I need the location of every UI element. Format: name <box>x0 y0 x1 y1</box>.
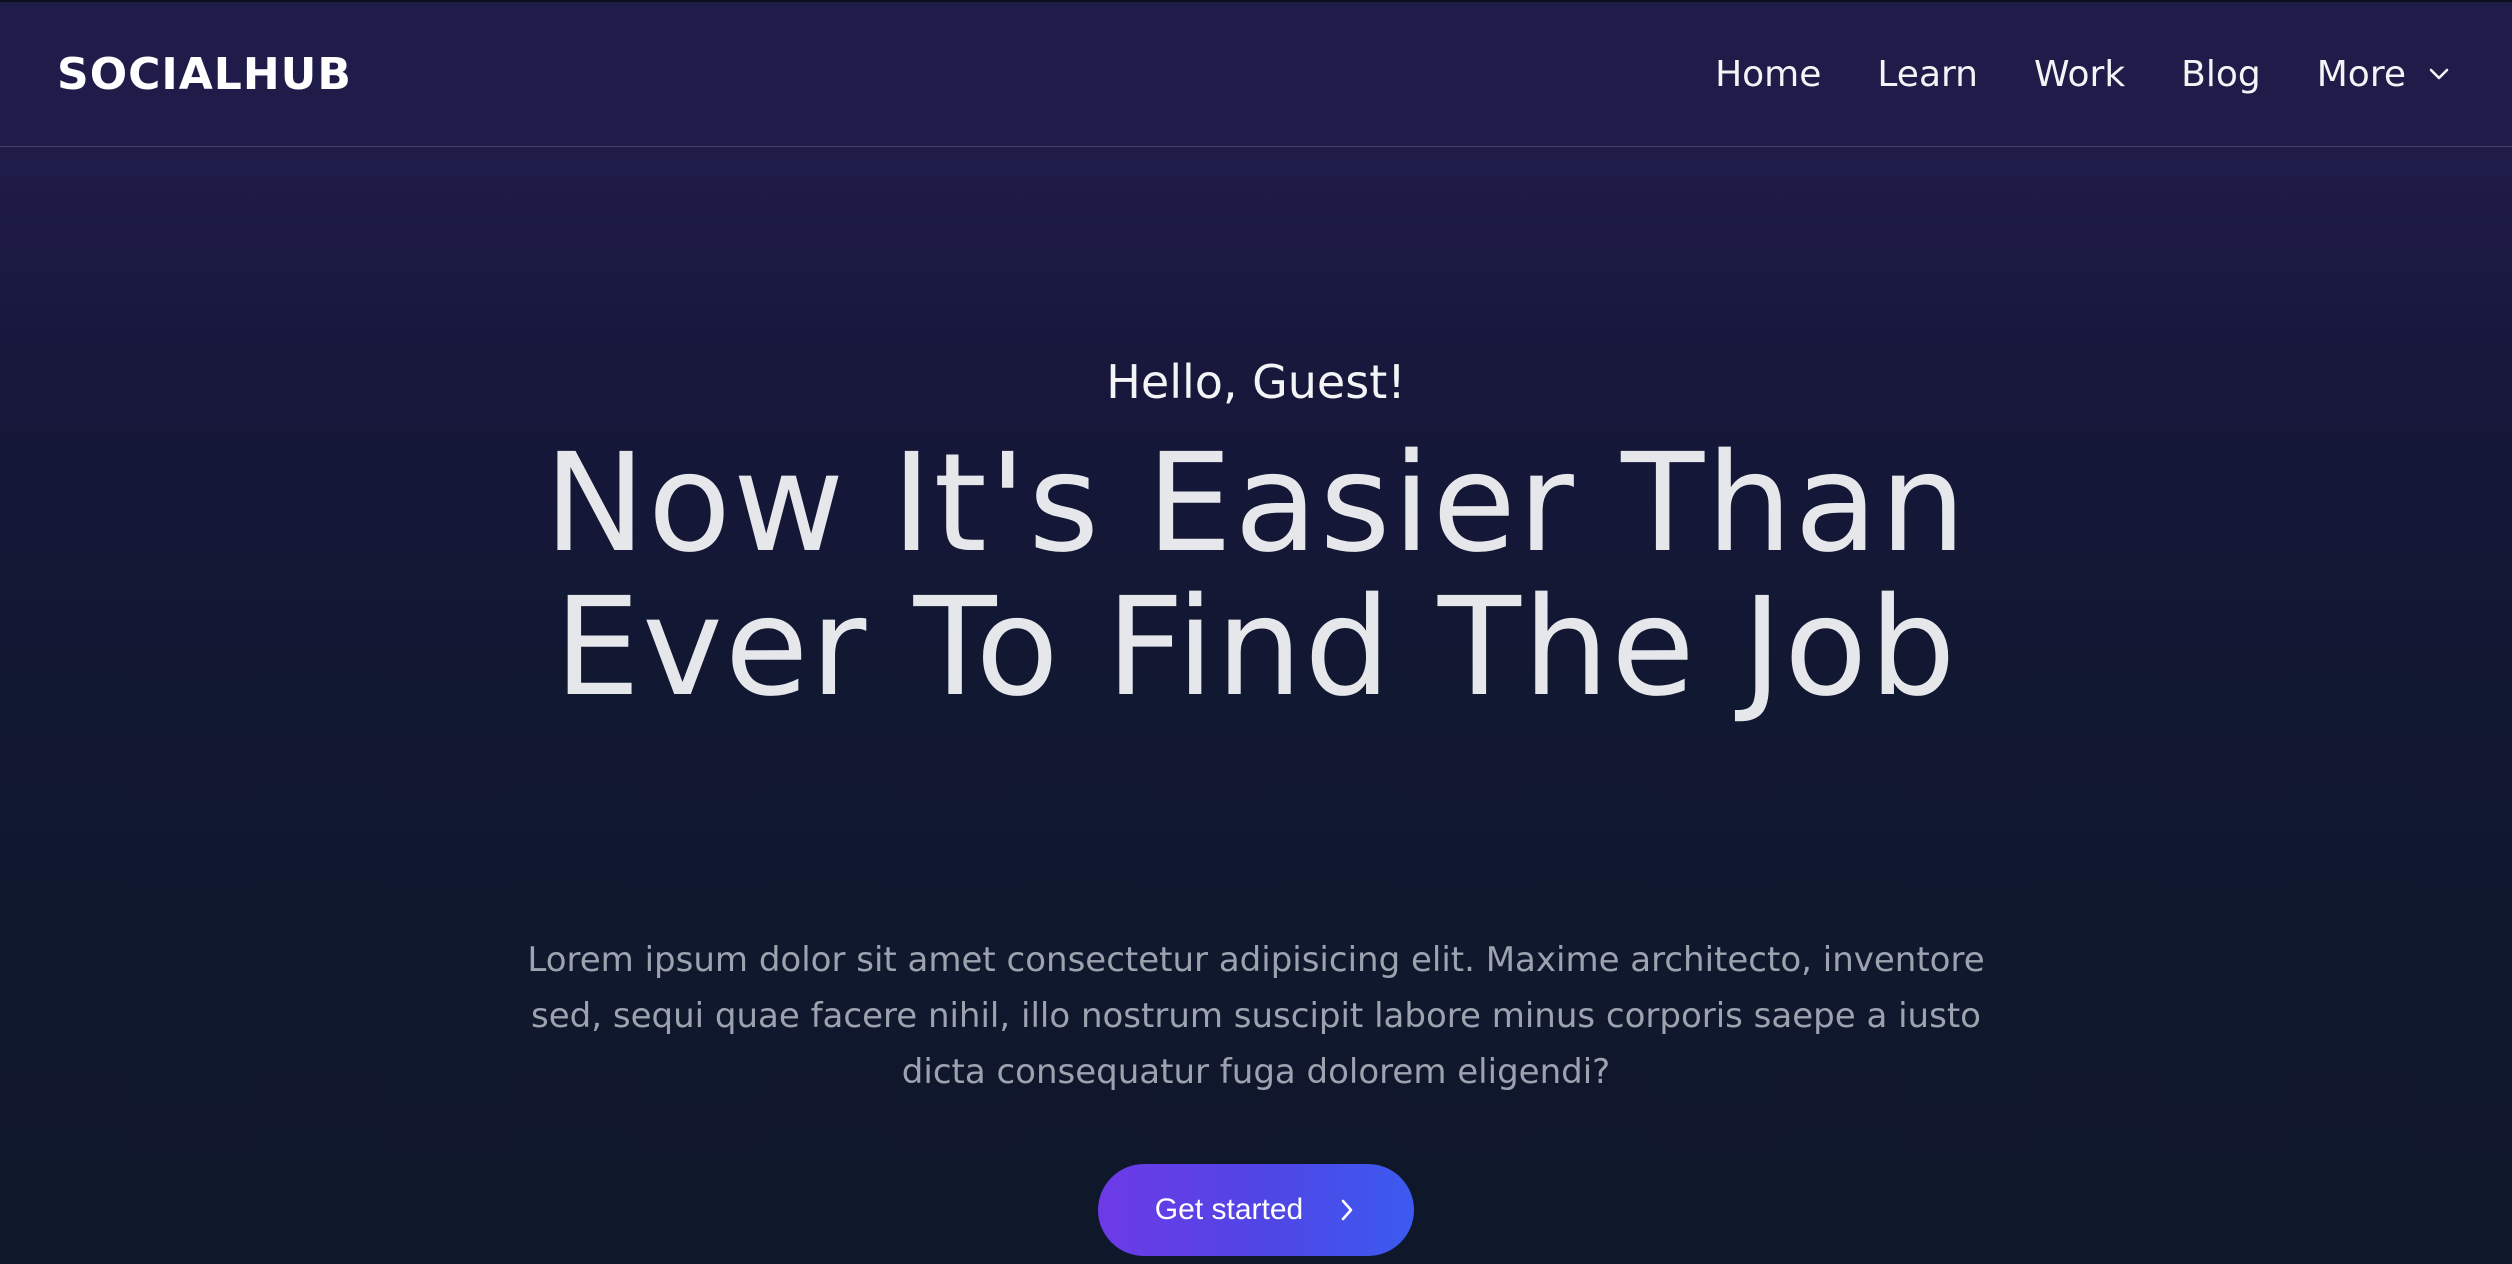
nav-learn-link[interactable]: Learn <box>1877 54 1978 95</box>
nav-more-dropdown[interactable]: More <box>2317 54 2450 95</box>
nav-home-label: Home <box>1715 53 1822 95</box>
hero-headline: Now It's Easier Than Ever To Find The Jo… <box>356 432 2156 720</box>
site-header: SOCIALHUB Home Learn Work Blog More <box>0 2 2512 147</box>
hero-headline-line-1: Now It's Easier Than <box>544 425 1968 583</box>
chevron-right-icon <box>1337 1196 1357 1224</box>
hero-headline-line-2: Ever To Find The Job <box>554 569 1958 727</box>
nav-blog-link[interactable]: Blog <box>2181 54 2261 95</box>
nav-learn-label: Learn <box>1877 53 1978 95</box>
get-started-label: Get started <box>1154 1193 1304 1226</box>
nav-home-link[interactable]: Home <box>1715 54 1821 95</box>
hero-greeting: Hello, Guest! <box>1106 355 1406 409</box>
brand-logo[interactable]: SOCIALHUB <box>57 49 352 100</box>
nav-blog-label: Blog <box>2181 53 2261 95</box>
main-nav: Home Learn Work Blog More <box>1715 2 2450 146</box>
nav-work-label: Work <box>2034 53 2126 95</box>
hero-description: Lorem ipsum dolor sit amet consectetur a… <box>527 940 1985 1092</box>
get-started-button[interactable]: Get started <box>1098 1164 1414 1256</box>
nav-more-label: More <box>2316 53 2406 95</box>
nav-work-link[interactable]: Work <box>2034 54 2125 95</box>
chevron-down-icon <box>2428 63 2450 85</box>
